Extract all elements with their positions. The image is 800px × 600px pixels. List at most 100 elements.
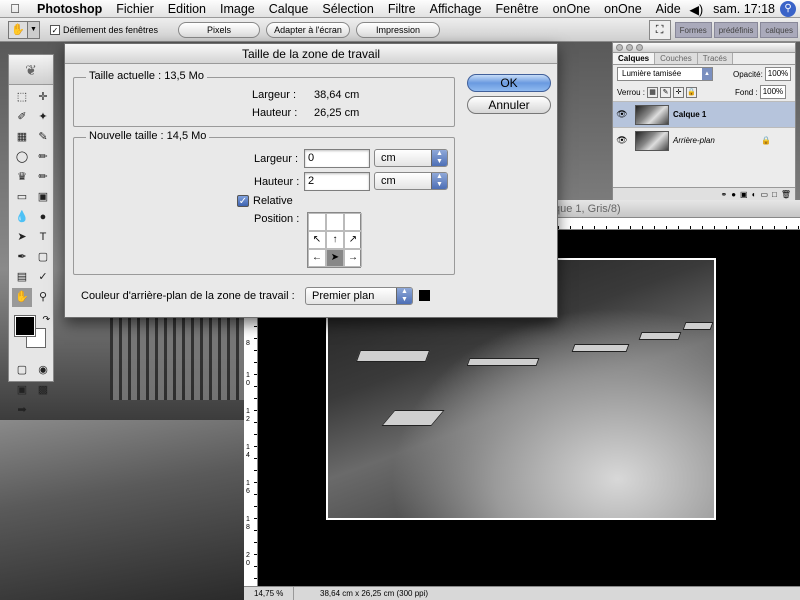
blend-mode-select[interactable]: Lumière tamisée ▲ xyxy=(617,67,713,81)
menu-onone-2[interactable]: onOne xyxy=(597,2,649,16)
palette-close-icon[interactable] xyxy=(616,44,623,51)
anchor-middle-right-arrow-icon[interactable]: ↗ xyxy=(344,231,362,249)
menu-fenetre[interactable]: Fenêtre xyxy=(489,2,546,16)
menu-fichier[interactable]: Fichier xyxy=(109,2,161,16)
menu-edition[interactable]: Edition xyxy=(161,2,213,16)
height-input[interactable]: 2 xyxy=(304,172,370,191)
lock-position-icon[interactable]: ✛ xyxy=(673,86,685,98)
magic-wand-icon[interactable]: ✦ xyxy=(33,108,53,127)
swap-colors-icon[interactable]: ↷ xyxy=(42,314,50,325)
jump-to-imageready-icon[interactable]: ➡ xyxy=(12,401,32,420)
scroll-all-checkbox[interactable]: ✓ xyxy=(50,24,60,35)
ok-button[interactable]: OK xyxy=(467,74,551,92)
layer-row-calque-1[interactable]: 👁 Calque 1 xyxy=(613,101,795,127)
type-tool-icon[interactable]: T xyxy=(33,228,53,247)
tab-traces[interactable]: Tracés xyxy=(697,53,733,64)
history-brush-icon[interactable]: ✏ xyxy=(33,168,53,187)
cancel-button[interactable]: Annuler xyxy=(467,96,551,114)
file-browser-icon[interactable]: ⛶ xyxy=(648,20,671,40)
hand-tool-icon[interactable]: ✋ xyxy=(12,288,32,307)
layer-row-background[interactable]: 👁 Arrière-plan 🔒 xyxy=(613,127,795,153)
dodge-tool-icon[interactable]: ● xyxy=(33,208,53,227)
lock-pixels-icon[interactable]: ✎ xyxy=(660,86,672,98)
path-select-icon[interactable]: ➤ xyxy=(12,228,32,247)
new-layer-icon[interactable]: □ xyxy=(772,190,777,199)
bg-color-swatch[interactable] xyxy=(419,290,430,301)
toolbox-header-feather-icon[interactable]: ❦ xyxy=(9,55,53,85)
menu-filtre[interactable]: Filtre xyxy=(381,2,423,16)
opacity-field[interactable]: 100% xyxy=(764,67,791,81)
width-unit-select[interactable]: cm ▲ ▼ xyxy=(374,149,448,167)
zoom-level[interactable]: 14,75 % xyxy=(244,587,294,600)
menu-affichage[interactable]: Affichage xyxy=(423,2,489,16)
tab-calques[interactable]: Calques xyxy=(613,53,656,64)
link-icon[interactable]: ⚭ xyxy=(720,190,727,199)
crop-tool-icon[interactable]: ▦ xyxy=(12,128,32,147)
eye-icon[interactable]: 👁 xyxy=(613,135,631,146)
lock-all-icon[interactable]: 🔒 xyxy=(686,86,698,98)
shape-tool-icon[interactable]: ▢ xyxy=(33,248,53,267)
layer-style-icon[interactable]: ● xyxy=(731,190,736,199)
eyedropper-icon[interactable]: ✓ xyxy=(33,268,53,287)
healing-tool-icon[interactable]: ◯ xyxy=(12,148,32,167)
menu-photoshop[interactable]: Photoshop xyxy=(30,2,109,16)
anchor-middle-left-arrow-icon[interactable]: ↖ xyxy=(308,231,326,249)
palette-minimize-icon[interactable] xyxy=(626,44,633,51)
hand-tool-icon[interactable]: ✋ xyxy=(8,20,28,39)
relative-checkbox[interactable]: ✓ xyxy=(237,195,249,207)
screen-mode-icon[interactable]: ▣ xyxy=(12,381,32,400)
lasso-tool-icon[interactable]: ✐ xyxy=(12,108,32,127)
move-tool-icon[interactable]: ✛ xyxy=(33,88,53,107)
slice-tool-icon[interactable]: ✎ xyxy=(33,128,53,147)
pen-tool-icon[interactable]: ✒ xyxy=(12,248,32,267)
anchor-top-left[interactable] xyxy=(308,213,326,231)
eraser-tool-icon[interactable]: ▭ xyxy=(12,188,32,207)
standard-mode-icon[interactable]: ▢ xyxy=(12,361,32,380)
palette-zoom-icon[interactable] xyxy=(636,44,643,51)
new-group-icon[interactable]: ▭ xyxy=(760,190,768,199)
anchor-grid[interactable]: ↖ ↑ ↗ ← ➤ → xyxy=(307,212,362,268)
volume-icon[interactable]: ◀) xyxy=(684,2,708,17)
apple-menu-icon[interactable]:  xyxy=(0,1,30,16)
tool-preset-arrow-icon[interactable]: ▼ xyxy=(28,20,40,39)
fill-field[interactable]: 100% xyxy=(759,85,786,99)
quick-mask-icon[interactable]: ◉ xyxy=(33,361,53,380)
zoom-tool-icon[interactable]: ⚲ xyxy=(33,288,53,307)
menu-aide[interactable]: Aide xyxy=(649,2,688,16)
anchor-bottom-right-arrow-icon[interactable]: → xyxy=(344,249,362,267)
menu-clock[interactable]: sam. 17:18 xyxy=(708,2,780,16)
relative-label[interactable]: Relative xyxy=(253,195,293,207)
menu-onone-1[interactable]: onOne xyxy=(546,2,598,16)
dock-tab-layers[interactable]: calques xyxy=(760,22,798,38)
lock-transparency-icon[interactable]: ▦ xyxy=(647,86,659,98)
blur-tool-icon[interactable]: 💧 xyxy=(12,208,32,227)
pixels-button[interactable]: Pixels xyxy=(178,21,261,38)
dock-tab-shapes[interactable]: Formes xyxy=(674,22,712,38)
tab-couches[interactable]: Couches xyxy=(655,53,698,64)
full-screen-icon[interactable]: ▩ xyxy=(33,381,53,400)
menu-image[interactable]: Image xyxy=(213,2,262,16)
width-input[interactable]: 0 xyxy=(304,149,370,168)
spotlight-icon[interactable]: ⚲ xyxy=(780,1,796,17)
anchor-top-right[interactable] xyxy=(344,213,362,231)
anchor-middle-center-arrow-icon[interactable]: ↑ xyxy=(326,231,344,249)
brush-tool-icon[interactable]: ✏ xyxy=(33,148,53,167)
marquee-tool-icon[interactable]: ⬚ xyxy=(12,88,32,107)
anchor-bottom-center-selected[interactable]: ➤ xyxy=(326,249,344,267)
dock-tab-presets[interactable]: prédéfinis xyxy=(713,22,759,38)
anchor-top-center[interactable] xyxy=(326,213,344,231)
mask-icon[interactable]: ▣ xyxy=(740,190,748,199)
menu-calque[interactable]: Calque xyxy=(262,2,316,16)
stamp-tool-icon[interactable]: ♛ xyxy=(12,168,32,187)
foreground-color-swatch[interactable] xyxy=(14,315,36,337)
adjustment-layer-icon[interactable]: ◐ xyxy=(752,190,757,199)
fit-screen-button[interactable]: Adapter à l'écran xyxy=(266,21,351,38)
gradient-tool-icon[interactable]: ▣ xyxy=(33,188,53,207)
menu-selection[interactable]: Sélection xyxy=(315,2,380,16)
trash-icon[interactable]: 🗑 xyxy=(781,190,791,199)
height-unit-select[interactable]: cm ▲ ▼ xyxy=(374,172,448,190)
document-info[interactable]: 38,64 cm x 26,25 cm (300 ppi) xyxy=(294,587,428,600)
eye-icon[interactable]: 👁 xyxy=(613,109,631,120)
bg-color-select[interactable]: Premier plan ▲ ▼ xyxy=(305,287,413,305)
print-size-button[interactable]: Impression xyxy=(356,21,441,38)
